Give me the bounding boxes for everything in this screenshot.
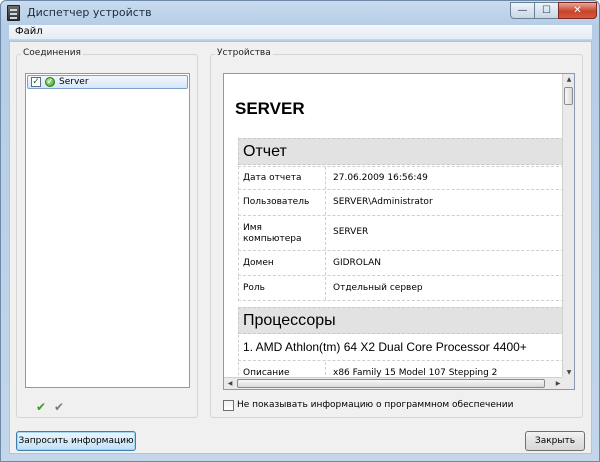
row-key: Пользователь bbox=[239, 191, 326, 215]
check-green-icon[interactable]: ✔ bbox=[34, 400, 48, 414]
report-host-title: SERVER bbox=[235, 99, 305, 118]
minimize-button[interactable]: — bbox=[510, 2, 535, 19]
menu-file[interactable]: Файл bbox=[15, 26, 43, 37]
client-area: Соединения ✓ ✓ Server ✔ ✔ Устройства SER… bbox=[9, 41, 592, 454]
row-value: GIDROLAN bbox=[333, 258, 382, 268]
connections-group: Соединения ✓ ✓ Server ✔ ✔ bbox=[16, 48, 198, 418]
maximize-button[interactable]: ☐ bbox=[534, 2, 559, 19]
report-section-heading: Отчет bbox=[238, 138, 564, 165]
table-row: Имя компьютера SERVER bbox=[238, 217, 564, 251]
row-key: Дата отчета bbox=[239, 167, 326, 189]
table-row: Роль Отдельный сервер bbox=[238, 277, 564, 301]
close-window-button[interactable]: ✕ bbox=[558, 2, 597, 19]
connections-tree[interactable]: ✓ ✓ Server bbox=[25, 73, 190, 388]
tree-item-label: Server bbox=[59, 77, 89, 87]
check-gray-icon[interactable]: ✔ bbox=[52, 400, 66, 414]
hide-software-checkbox[interactable] bbox=[223, 400, 234, 411]
cpu-name-row: 1. AMD Athlon(tm) 64 X2 Dual Core Proces… bbox=[238, 335, 564, 361]
row-key: Имя компьютера bbox=[239, 217, 326, 250]
device-manager-icon bbox=[7, 5, 20, 21]
row-value: SERVER bbox=[333, 227, 369, 237]
table-row: Домен GIDROLAN bbox=[238, 252, 564, 276]
report-body: SERVER Отчет Дата отчета 27.06.2009 16:5… bbox=[224, 74, 564, 379]
cpu-section-heading: Процессоры bbox=[238, 307, 564, 334]
server-checkbox[interactable]: ✓ bbox=[31, 77, 41, 87]
row-value: Отдельный сервер bbox=[333, 283, 423, 293]
close-button[interactable]: Закрыть bbox=[525, 431, 585, 451]
hide-software-label[interactable]: Не показывать информацию о программном о… bbox=[237, 400, 513, 410]
scroll-corner bbox=[562, 377, 574, 389]
connections-label: Соединения bbox=[21, 48, 83, 58]
row-key: Роль bbox=[239, 277, 326, 300]
table-row: Пользователь SERVER\Administrator bbox=[238, 191, 564, 216]
devices-label: Устройства bbox=[215, 48, 273, 58]
report-viewer[interactable]: SERVER Отчет Дата отчета 27.06.2009 16:5… bbox=[223, 73, 575, 390]
row-key: Домен bbox=[239, 252, 326, 275]
horizontal-scroll-thumb[interactable] bbox=[237, 379, 545, 388]
menu-bar: Файл bbox=[9, 25, 592, 40]
tree-item-server[interactable]: ✓ ✓ Server bbox=[27, 75, 188, 89]
scroll-left-icon[interactable]: ◀ bbox=[224, 378, 236, 389]
title-bar[interactable]: Диспетчер устройств — ☐ ✕ bbox=[1, 1, 599, 25]
devices-group: Устройства SERVER Отчет Дата отчета 27.0… bbox=[210, 48, 583, 418]
row-value: SERVER\Administrator bbox=[333, 197, 433, 207]
app-window: Диспетчер устройств — ☐ ✕ Файл Соединени… bbox=[0, 0, 600, 462]
vertical-scroll-thumb[interactable] bbox=[564, 87, 573, 105]
row-value: 27.06.2009 16:56:49 bbox=[333, 173, 428, 183]
request-info-button[interactable]: Запросить информацию bbox=[16, 431, 136, 451]
scroll-up-icon[interactable]: ▲ bbox=[563, 74, 574, 86]
table-row: Дата отчета 27.06.2009 16:56:49 bbox=[238, 166, 564, 190]
vertical-scrollbar[interactable]: ▲ ▼ bbox=[562, 74, 574, 379]
window-title: Диспетчер устройств bbox=[27, 6, 152, 19]
horizontal-scrollbar[interactable]: ◀ ▶ bbox=[224, 377, 564, 389]
status-ok-icon: ✓ bbox=[45, 77, 55, 87]
